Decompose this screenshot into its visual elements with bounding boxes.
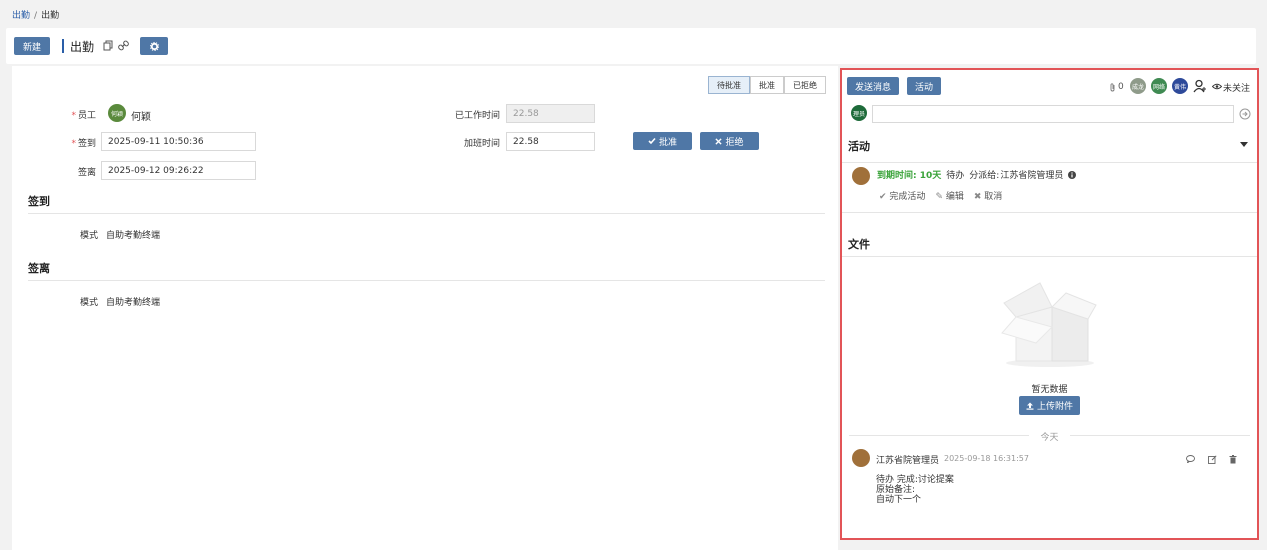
- checkout-label: 签离: [77, 168, 96, 178]
- chatter-panel: 发送消息 活动 0 成龙 网络 黄伟 未关注 理员 活动 到期时间: 10天 待…: [840, 68, 1259, 540]
- activities-title: 活动: [848, 140, 870, 153]
- control-panel: 新建 出勤: [6, 28, 1256, 64]
- schedule-activity-button[interactable]: 活动: [907, 77, 941, 95]
- activity-assigned-prefix: 分派给:: [969, 171, 1000, 181]
- send-arrow-icon[interactable]: [1238, 107, 1252, 121]
- files-title: 文件: [848, 238, 870, 251]
- link-icon[interactable]: [117, 39, 129, 51]
- upload-attachment-button[interactable]: 上传附件: [1019, 396, 1080, 415]
- today-divider-left: [849, 435, 1029, 436]
- status-step-pending[interactable]: 待批准: [708, 76, 750, 94]
- employee-avatar: 何颖: [108, 104, 126, 122]
- composer-avatar: 理员: [851, 105, 867, 121]
- pencil-icon: ✎: [935, 192, 943, 202]
- employee-label: * 员工: [71, 111, 96, 121]
- breadcrumb-parent-link[interactable]: 出勤: [12, 11, 30, 21]
- follower-avatar-2[interactable]: 网络: [1151, 78, 1167, 94]
- activity-assigned-to: 江苏省院管理员: [1000, 171, 1064, 181]
- reject-button[interactable]: 拒绝: [700, 132, 759, 150]
- checkout-section-title: 签离: [28, 262, 50, 275]
- checkin-field[interactable]: 2025-09-11 10:50:36: [101, 132, 256, 151]
- edit-activity-link[interactable]: ✎ 编辑: [935, 189, 963, 202]
- checkin-mode-label: 模式: [79, 231, 98, 241]
- status-step-rejected[interactable]: 已拒绝: [784, 76, 826, 94]
- breadcrumb: 出勤 / 出勤: [12, 8, 59, 21]
- title-accent-bar: [62, 39, 64, 53]
- new-button[interactable]: 新建: [14, 37, 50, 55]
- eye-icon: [1212, 82, 1222, 90]
- follower-avatar-3[interactable]: 黄伟: [1172, 78, 1188, 94]
- close-icon: ✖: [973, 192, 982, 202]
- checkin-mode-value: 自助考勤终端: [106, 231, 161, 241]
- files-divider: [842, 256, 1257, 257]
- paperclip-icon[interactable]: [1108, 82, 1116, 92]
- message-author[interactable]: 江苏省院管理员: [876, 453, 939, 466]
- add-follower-icon[interactable]: [1192, 78, 1208, 94]
- reject-button-label: 拒绝: [725, 137, 744, 148]
- info-icon[interactable]: [1068, 170, 1077, 179]
- checkout-mode-value: 自助考勤终端: [106, 298, 161, 308]
- close-icon: [715, 137, 723, 145]
- activity-actions: ✔ 完成活动 ✎ 编辑 ✖ 取消: [879, 189, 1002, 202]
- checkout-field[interactable]: 2025-09-12 09:26:22: [101, 161, 256, 180]
- message-author-avatar: [852, 449, 870, 467]
- follower-avatar-1[interactable]: 成龙: [1130, 78, 1146, 94]
- cancel-activity-link[interactable]: ✖ 取消: [974, 189, 1002, 202]
- empty-box-icon: [1000, 275, 1100, 370]
- trash-icon[interactable]: [1228, 454, 1238, 464]
- status-bar: 待批准 批准 已拒绝: [708, 76, 826, 94]
- message-line-1: 待办 完成:讨论提案: [876, 475, 954, 485]
- activities-divider: [842, 162, 1257, 163]
- check-icon: [648, 137, 656, 145]
- reply-bubble-icon[interactable]: [1185, 454, 1195, 464]
- copy-icon[interactable]: [102, 39, 114, 51]
- no-data-text: 暂无数据: [1031, 385, 1068, 395]
- record-title: 出勤: [70, 40, 95, 54]
- status-step-approved[interactable]: 批准: [750, 76, 784, 94]
- send-message-button[interactable]: 发送消息: [847, 77, 899, 95]
- activity-bottom-divider: [842, 212, 1257, 213]
- message-line-2: 原始备注:: [876, 485, 916, 495]
- gear-icon: [149, 41, 159, 51]
- overtime-field[interactable]: 22.58: [506, 132, 595, 151]
- complete-activity-link[interactable]: ✔ 完成活动: [879, 189, 925, 202]
- checkin-label: * 签到: [71, 139, 96, 149]
- upload-icon: [1026, 402, 1034, 410]
- settings-button[interactable]: [140, 37, 168, 55]
- worked-hours-field: 22.58: [506, 104, 595, 123]
- collapse-caret-icon[interactable]: [1239, 140, 1249, 148]
- worked-hours-label: 已工作时间: [454, 111, 500, 121]
- composer-input[interactable]: [872, 105, 1234, 123]
- attachments-count[interactable]: 0: [1118, 82, 1124, 92]
- follow-toggle[interactable]: 未关注: [1223, 81, 1250, 94]
- approve-button[interactable]: 批准: [633, 132, 692, 150]
- upload-attachment-label: 上传附件: [1036, 402, 1073, 412]
- message-timestamp: 2025-09-18 16:31:57: [944, 454, 1029, 463]
- activity-summary: 到期时间: 10天 待办 分派给: 江苏省院管理员: [877, 168, 1077, 181]
- checkout-mode-label: 模式: [79, 298, 98, 308]
- breadcrumb-separator: /: [34, 11, 38, 21]
- overtime-label: 加班时间: [463, 139, 500, 149]
- check-icon: ✔: [879, 192, 887, 202]
- checkout-section-divider: [28, 280, 825, 281]
- today-divider-right: [1070, 435, 1250, 436]
- approve-button-label: 批准: [658, 137, 677, 148]
- employee-name[interactable]: 何颖: [131, 108, 151, 123]
- message-body: 待办 完成:讨论提案 原始备注: 自动下一个: [876, 475, 954, 505]
- edit-message-icon[interactable]: [1207, 454, 1217, 464]
- activity-user-avatar: [852, 167, 870, 185]
- activity-type: 待办: [946, 171, 965, 181]
- activity-due: 到期时间: 10天: [877, 171, 942, 181]
- message-line-3: 自动下一个: [876, 495, 922, 505]
- breadcrumb-current: 出勤: [41, 11, 60, 21]
- checkin-section-divider: [28, 213, 825, 214]
- today-label: 今天: [1040, 433, 1059, 443]
- checkin-section-title: 签到: [28, 195, 50, 208]
